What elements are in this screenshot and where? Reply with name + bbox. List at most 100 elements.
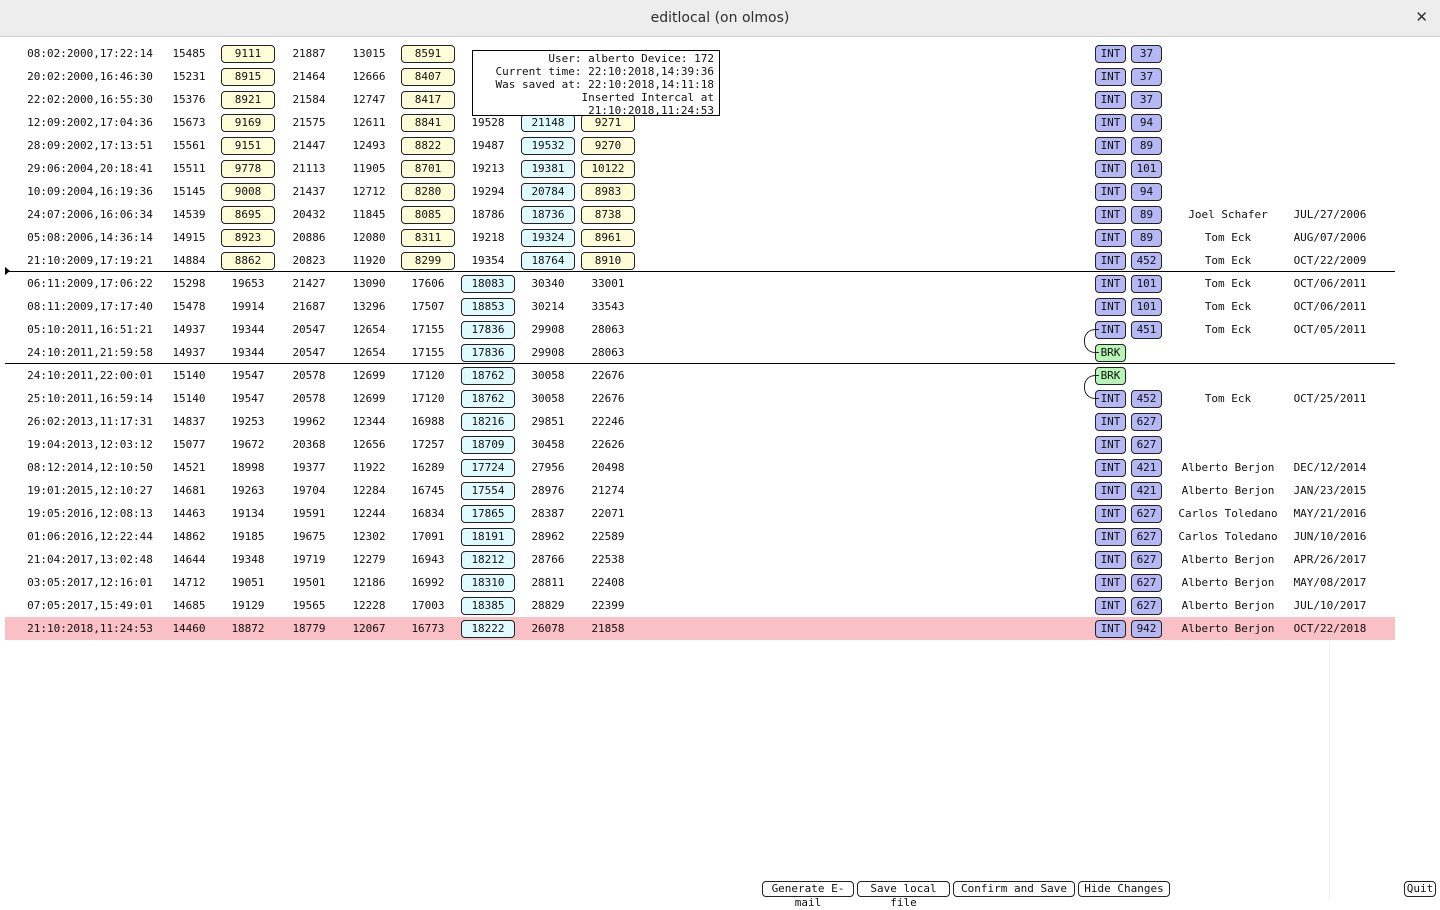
table-row[interactable]: 29:06:2004,20:18:41 15511 9778 21113 11905 87… — [5, 157, 1395, 180]
int-badge[interactable]: INT — [1095, 45, 1126, 63]
interval-number-badge[interactable]: 37 — [1131, 45, 1162, 63]
counter-cell[interactable]: 8862 — [221, 252, 275, 270]
counter-cell[interactable]: 17836 — [461, 321, 515, 339]
counter-cell[interactable]: 18083 — [461, 275, 515, 293]
table-row[interactable]: 21:10:2018,11:24:53 14460 18872 18779 12067 1… — [5, 617, 1395, 640]
int-badge[interactable]: INT — [1095, 252, 1126, 270]
int-badge[interactable]: INT — [1095, 482, 1126, 500]
interval-number-badge[interactable]: 94 — [1131, 183, 1162, 201]
counter-cell[interactable]: 8841 — [401, 114, 455, 132]
counter-cell[interactable]: 8085 — [401, 206, 455, 224]
int-badge[interactable]: INT — [1095, 275, 1126, 293]
counter-cell[interactable]: 8311 — [401, 229, 455, 247]
table-row[interactable]: 26:02:2013,11:17:31 14837 19253 19962 12344 1… — [5, 410, 1395, 433]
counter-cell[interactable]: 8738 — [581, 206, 635, 224]
counter-cell[interactable]: 8701 — [401, 160, 455, 178]
interval-number-badge[interactable]: 627 — [1131, 551, 1162, 569]
int-badge[interactable]: INT — [1095, 620, 1126, 638]
counter-cell[interactable]: 9111 — [221, 45, 275, 63]
save-local-file-button[interactable]: Save local file — [857, 881, 950, 909]
int-badge[interactable]: INT — [1095, 551, 1126, 569]
interval-number-badge[interactable]: 451 — [1131, 321, 1162, 339]
counter-cell[interactable]: 19381 — [521, 160, 575, 178]
counter-cell[interactable]: 8822 — [401, 137, 455, 155]
table-row[interactable]: 19:05:2016,12:08:13 14463 19134 19591 12244 1… — [5, 502, 1395, 525]
counter-cell[interactable]: 18853 — [461, 298, 515, 316]
table-row[interactable]: 28:09:2002,17:13:51 15561 9151 21447 12493 88… — [5, 134, 1395, 157]
interval-number-badge[interactable]: 627 — [1131, 574, 1162, 592]
counter-cell[interactable]: 20784 — [521, 183, 575, 201]
interval-number-badge[interactable]: 37 — [1131, 68, 1162, 86]
counter-cell[interactable]: 8910 — [581, 252, 635, 270]
counter-cell[interactable]: 9151 — [221, 137, 275, 155]
counter-cell[interactable]: 18762 — [461, 367, 515, 385]
int-badge[interactable]: INT — [1095, 137, 1126, 155]
brk-badge[interactable]: BRK — [1095, 367, 1126, 385]
table-row[interactable]: 05:10:2011,16:51:21 14937 19344 20547 12654 1… — [5, 318, 1395, 341]
int-badge[interactable]: INT — [1095, 528, 1126, 546]
counter-cell[interactable]: 10122 — [581, 160, 635, 178]
int-badge[interactable]: INT — [1095, 229, 1126, 247]
counter-cell[interactable]: 18222 — [461, 620, 515, 638]
quit-button[interactable]: Quit — [1404, 881, 1436, 897]
interval-number-badge[interactable]: 89 — [1131, 137, 1162, 155]
counter-cell[interactable]: 8591 — [401, 45, 455, 63]
counter-cell[interactable]: 18709 — [461, 436, 515, 454]
counter-cell[interactable]: 18212 — [461, 551, 515, 569]
int-badge[interactable]: INT — [1095, 505, 1126, 523]
int-badge[interactable]: INT — [1095, 91, 1126, 109]
table-row[interactable]: 25:10:2011,16:59:14 15140 19547 20578 12699 1… — [5, 387, 1395, 410]
counter-cell[interactable]: 19324 — [521, 229, 575, 247]
int-badge[interactable]: INT — [1095, 321, 1126, 339]
counter-cell[interactable]: 9270 — [581, 137, 635, 155]
int-badge[interactable]: INT — [1095, 574, 1126, 592]
int-badge[interactable]: INT — [1095, 206, 1126, 224]
table-row[interactable]: 21:10:2009,17:19:21 14884 8862 20823 11920 82… — [5, 249, 1395, 272]
interval-number-badge[interactable]: 37 — [1131, 91, 1162, 109]
counter-cell[interactable]: 8695 — [221, 206, 275, 224]
int-badge[interactable]: INT — [1095, 436, 1126, 454]
int-badge[interactable]: INT — [1095, 298, 1126, 316]
interval-number-badge[interactable]: 421 — [1131, 459, 1162, 477]
close-icon[interactable]: ✕ — [1415, 8, 1428, 26]
table-row[interactable]: 19:04:2013,12:03:12 15077 19672 20368 12656 1… — [5, 433, 1395, 456]
int-badge[interactable]: INT — [1095, 183, 1126, 201]
interval-number-badge[interactable]: 942 — [1131, 620, 1162, 638]
counter-cell[interactable]: 8921 — [221, 91, 275, 109]
table-row[interactable]: 07:05:2017,15:49:01 14685 19129 19565 12228 1… — [5, 594, 1395, 617]
counter-cell[interactable]: 8983 — [581, 183, 635, 201]
counter-cell[interactable]: 8407 — [401, 68, 455, 86]
confirm-and-save-button[interactable]: Confirm and Save — [953, 881, 1075, 897]
interval-number-badge[interactable]: 101 — [1131, 275, 1162, 293]
counter-cell[interactable]: 8915 — [221, 68, 275, 86]
interval-number-badge[interactable]: 101 — [1131, 160, 1162, 178]
interval-number-badge[interactable]: 627 — [1131, 528, 1162, 546]
int-badge[interactable]: INT — [1095, 459, 1126, 477]
table-row[interactable]: 05:08:2006,14:36:14 14915 8923 20886 12080 83… — [5, 226, 1395, 249]
counter-cell[interactable]: 17836 — [461, 344, 515, 362]
counter-cell[interactable]: 18764 — [521, 252, 575, 270]
counter-cell[interactable]: 9778 — [221, 160, 275, 178]
counter-cell[interactable]: 18191 — [461, 528, 515, 546]
counter-cell[interactable]: 9008 — [221, 183, 275, 201]
table-row[interactable]: 21:04:2017,13:02:48 14644 19348 19719 12279 1… — [5, 548, 1395, 571]
int-badge[interactable]: INT — [1095, 390, 1126, 408]
counter-cell[interactable]: 18762 — [461, 390, 515, 408]
counter-cell[interactable]: 8961 — [581, 229, 635, 247]
counter-cell[interactable]: 18736 — [521, 206, 575, 224]
table-row[interactable]: 06:11:2009,17:06:22 15298 19653 21427 13090 1… — [5, 272, 1395, 295]
interval-number-badge[interactable]: 452 — [1131, 390, 1162, 408]
int-badge[interactable]: INT — [1095, 597, 1126, 615]
brk-badge[interactable]: BRK — [1095, 344, 1126, 362]
counter-cell[interactable]: 18310 — [461, 574, 515, 592]
table-row[interactable]: 01:06:2016,12:22:44 14862 19185 19675 12302 1… — [5, 525, 1395, 548]
table-row[interactable]: 08:12:2014,12:10:50 14521 18998 19377 11922 1… — [5, 456, 1395, 479]
interval-number-badge[interactable]: 89 — [1131, 229, 1162, 247]
int-badge[interactable]: INT — [1095, 413, 1126, 431]
counter-cell[interactable]: 17865 — [461, 505, 515, 523]
interval-number-badge[interactable]: 627 — [1131, 436, 1162, 454]
table-row[interactable]: 19:01:2015,12:10:27 14681 19263 19704 12284 1… — [5, 479, 1395, 502]
interval-number-badge[interactable]: 627 — [1131, 413, 1162, 431]
counter-cell[interactable]: 8280 — [401, 183, 455, 201]
generate-email-button[interactable]: Generate E-mail — [762, 881, 854, 909]
